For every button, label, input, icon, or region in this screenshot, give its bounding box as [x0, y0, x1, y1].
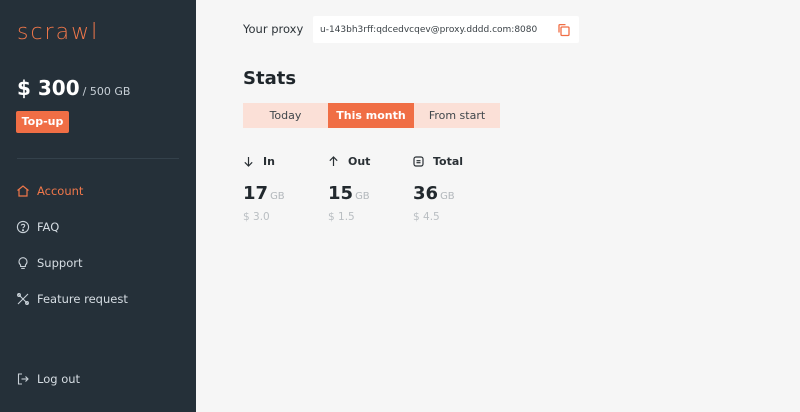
total-icon: [413, 155, 424, 167]
topup-button[interactable]: Top-up: [16, 111, 69, 133]
tab-today[interactable]: Today: [243, 103, 328, 128]
sidebar-item-label: FAQ: [37, 220, 60, 234]
copy-icon[interactable]: [557, 22, 571, 37]
arrow-down-icon: [243, 156, 254, 167]
stat-cost: $ 1.5: [328, 211, 355, 223]
lightbulb-icon: [16, 256, 30, 270]
proxy-field[interactable]: u-143bh3rff:qdcedvcqev@proxy.dddd.com:80…: [313, 16, 579, 43]
tools-icon: [16, 292, 30, 306]
balance-amount: $ 300: [17, 76, 80, 100]
stat-cost: $ 3.0: [243, 211, 270, 223]
stat-label: Total: [433, 154, 464, 168]
logout-label: Log out: [37, 372, 81, 386]
tab-this-month[interactable]: This month: [328, 103, 414, 128]
app-logo[interactable]: scrawl: [17, 20, 99, 45]
sidebar-item-feature-request[interactable]: Feature request: [16, 289, 128, 309]
stat-value: 15 GB: [328, 183, 370, 204]
stat-out: Out 15 GB $ 1.5: [328, 153, 370, 224]
stat-header: Total: [413, 153, 463, 169]
arrow-up-icon: [328, 155, 339, 167]
stat-value: 36 GB: [413, 183, 455, 204]
stat-label: In: [263, 154, 275, 168]
stat-header: In: [243, 153, 275, 169]
question-circle-icon: [16, 220, 30, 234]
balance: $ 300/ 500 GB: [17, 76, 130, 100]
stat-in: In 17 GB $ 3.0: [243, 153, 285, 224]
stat-total: Total 36 GB $ 4.5: [413, 153, 463, 224]
sidebar-item-label: Feature request: [37, 292, 128, 306]
sidebar-item-label: Account: [37, 184, 84, 198]
stats-tabs: Today This month From start: [243, 103, 500, 128]
proxy-value: u-143bh3rff:qdcedvcqev@proxy.dddd.com:80…: [320, 24, 538, 35]
sidebar-item-support[interactable]: Support: [16, 253, 82, 273]
sidebar: scrawl $ 300/ 500 GB Top-up Account FAQ …: [0, 0, 196, 412]
logout-icon: [16, 372, 30, 386]
proxy-label: Your proxy: [243, 22, 304, 36]
stat-unit: GB: [355, 191, 370, 202]
logout-button[interactable]: Log out: [16, 369, 80, 389]
sidebar-item-account[interactable]: Account: [16, 181, 83, 201]
stat-cost: $ 4.5: [413, 211, 440, 223]
sidebar-item-label: Support: [37, 256, 83, 270]
balance-quota: / 500 GB: [82, 85, 131, 98]
stat-number: 15: [328, 183, 354, 204]
stat-label: Out: [348, 154, 371, 168]
tab-from-start[interactable]: From start: [414, 103, 500, 128]
stats-title: Stats: [243, 68, 297, 89]
stat-number: 17: [243, 183, 269, 204]
stat-header: Out: [328, 153, 370, 169]
stat-number: 36: [413, 183, 439, 204]
stat-unit: GB: [440, 191, 455, 202]
stat-value: 17 GB: [243, 183, 285, 204]
sidebar-item-faq[interactable]: FAQ: [16, 217, 59, 237]
home-icon: [16, 184, 30, 198]
stat-unit: GB: [270, 191, 285, 202]
sidebar-divider: [17, 158, 179, 159]
